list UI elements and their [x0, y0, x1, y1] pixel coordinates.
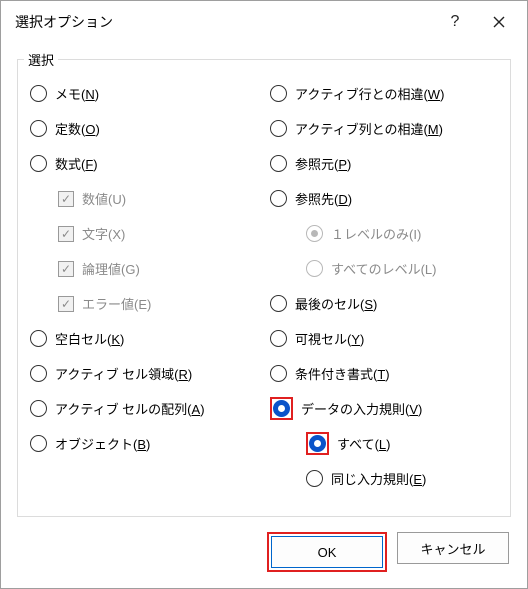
option-current-region[interactable]: アクティブ セル領域(R)	[28, 356, 260, 391]
highlight-box	[270, 397, 293, 420]
checkbox-icon: ✓	[58, 191, 74, 207]
go-to-special-dialog: 選択オプション ? 選択 メモ(N) 定数(O)	[0, 0, 528, 589]
left-column: メモ(N) 定数(O) 数式(F) ✓ 数値(U)	[28, 76, 260, 496]
check-text: ✓ 文字(X)	[28, 216, 260, 251]
option-all-levels: すべてのレベル(L)	[268, 251, 500, 286]
right-column: アクティブ行との相違(W) アクティブ列との相違(M) 参照元(P) 参照先(D…	[268, 76, 500, 496]
option-blanks[interactable]: 空白セル(K)	[28, 321, 260, 356]
titlebar: 選択オプション ?	[1, 1, 527, 43]
highlight-box	[306, 432, 329, 455]
close-icon	[493, 16, 505, 28]
option-validation-same[interactable]: 同じ入力規則(E)	[268, 461, 500, 496]
highlight-box: OK	[267, 532, 387, 572]
option-dependents[interactable]: 参照先(D)	[268, 181, 500, 216]
checkbox-icon: ✓	[58, 261, 74, 277]
check-errors: ✓ エラー値(E)	[28, 286, 260, 321]
option-precedents[interactable]: 参照元(P)	[268, 146, 500, 181]
option-formulas[interactable]: 数式(F)	[28, 146, 260, 181]
option-row-diff[interactable]: アクティブ行との相違(W)	[268, 76, 500, 111]
checkbox-icon: ✓	[58, 296, 74, 312]
ok-button[interactable]: OK	[271, 536, 383, 568]
option-visible-cells[interactable]: 可視セル(Y)	[268, 321, 500, 356]
checkbox-icon: ✓	[58, 226, 74, 242]
check-logical: ✓ 論理値(G)	[28, 251, 260, 286]
option-data-validation[interactable]: データの入力規則(V)	[268, 391, 500, 426]
selection-group: 選択 メモ(N) 定数(O) 数式(F)	[17, 59, 511, 517]
dialog-title: 選択オプション	[15, 12, 433, 32]
option-objects[interactable]: オブジェクト(B)	[28, 426, 260, 461]
dialog-footer: OK キャンセル	[1, 532, 527, 588]
option-col-diff[interactable]: アクティブ列との相違(M)	[268, 111, 500, 146]
option-constants[interactable]: 定数(O)	[28, 111, 260, 146]
cancel-button[interactable]: キャンセル	[397, 532, 509, 564]
option-one-level: １レベルのみ(I)	[268, 216, 500, 251]
option-conditional-format[interactable]: 条件付き書式(T)	[268, 356, 500, 391]
option-memo[interactable]: メモ(N)	[28, 76, 260, 111]
group-label: 選択	[24, 50, 58, 69]
option-last-cell[interactable]: 最後のセル(S)	[268, 286, 500, 321]
close-button[interactable]	[477, 6, 521, 38]
option-validation-all[interactable]: すべて(L)	[268, 426, 500, 461]
help-button[interactable]: ?	[433, 6, 477, 38]
check-numbers: ✓ 数値(U)	[28, 181, 260, 216]
option-current-array[interactable]: アクティブ セルの配列(A)	[28, 391, 260, 426]
